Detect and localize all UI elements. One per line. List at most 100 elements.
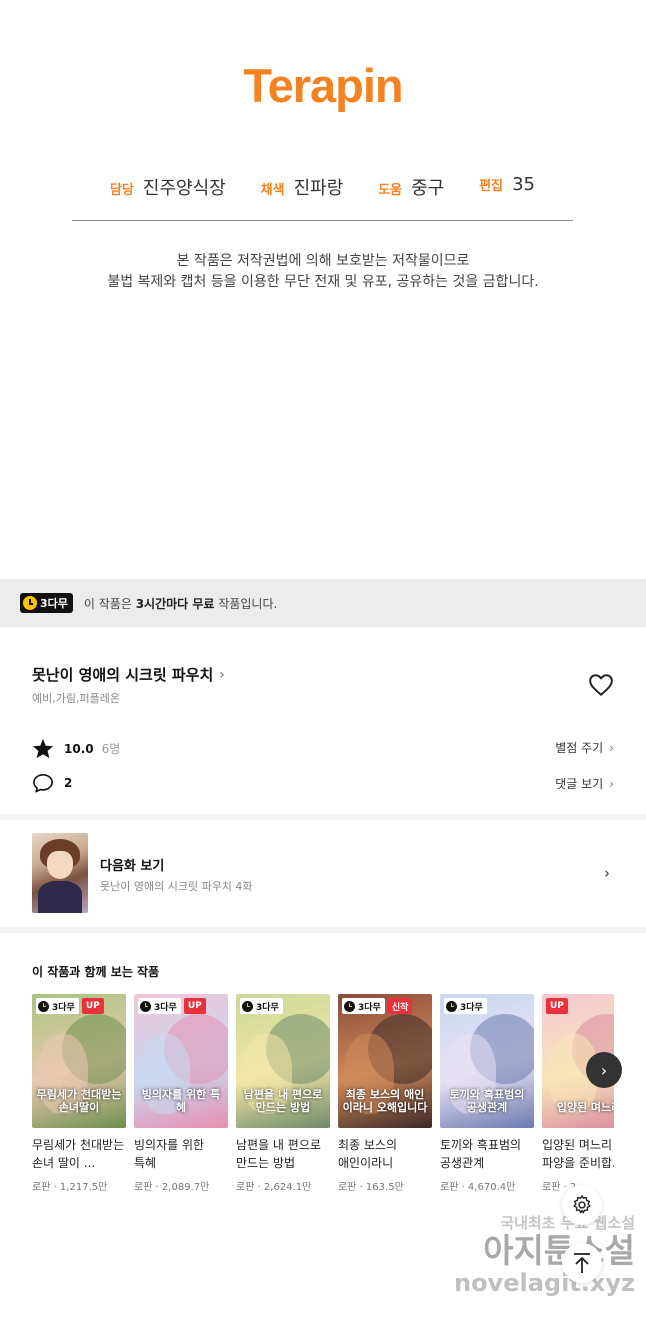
recommended-work-item[interactable]: 3다무 신작최종 보스의 애인이라니 오해입니다최종 보스의 애인이라니 오해입.… — [338, 994, 432, 1193]
recommended-work-meta: 로판 · 2,089.7만 — [134, 1182, 210, 1193]
clock-icon — [242, 1000, 253, 1012]
recommended-work-meta: 로판 · 2,624.1만 — [236, 1182, 312, 1193]
settings-button[interactable] — [562, 1185, 602, 1225]
chevron-right-icon: › — [609, 776, 614, 791]
recommended-work-title: 최종 보스의 애인이라니 오해입... — [338, 1138, 398, 1170]
credit-item: 편집 35 — [479, 174, 535, 200]
free-banner-text: 이 작품은 3시간마다 무료 작품입니다. — [84, 595, 277, 612]
recommended-work-item[interactable]: UP입양된 며느리입양된 며느리 파양을 준비합...로판 · 2 — [542, 994, 614, 1193]
clock-icon — [23, 596, 37, 610]
next-episode-subtitle: 못난이 영애의 시크릿 파우치 4화 — [100, 880, 253, 893]
cover-title-art: 입양된 며느리 — [556, 1101, 614, 1114]
credit-item: 채색 진파랑 — [261, 174, 344, 200]
copyright-notice: 본 작품은 저작권법에 의해 보호받는 저작물이므로 불법 복제와 캡처 등을 … — [0, 251, 646, 293]
wait-free-badge: 3다무 — [138, 998, 181, 1014]
free-text-suffix: 작품입니다. — [214, 596, 278, 611]
recommended-work-cover: 3다무 UP 무림세가 천대받는 손녀딸이 — [32, 994, 126, 1128]
recommended-work-title: 남편을 내 편으로 만드는 방법 — [236, 1138, 321, 1170]
work-genres: 예비,가림,퍼플레온 — [32, 692, 120, 705]
clock-icon — [38, 1000, 49, 1012]
cover-badges: 3다무 — [444, 998, 487, 1014]
cover-title-art: 토끼와 흑표범의 공생관계 — [449, 1088, 525, 1114]
next-episode-card[interactable]: 다음화 보기 못난이 영애의 시크릿 파우치 4화 › — [0, 820, 646, 927]
watermark-line: 아지툰소설 — [483, 1231, 635, 1270]
watermark: 국내최초 무료 웹소설 아지툰소설 novelagit.xyz — [445, 1212, 635, 1297]
recommended-work-item[interactable]: 3다무 토끼와 흑표범의 공생관계 토끼와 흑표범의 공생관계 로판 · 4,670.… — [440, 994, 534, 1193]
credit-name: 35 — [512, 174, 535, 195]
next-episode-label: 다음화 보기 — [100, 859, 165, 874]
status-tag: UP — [81, 998, 104, 1014]
wait-free-badge: 3다무 — [36, 998, 79, 1014]
rating-count: 6명 — [101, 742, 121, 756]
credit-role: 채색 — [260, 183, 285, 198]
status-tag: 신작 — [387, 998, 413, 1014]
credit-name: 진주양식장 — [142, 178, 226, 199]
star-icon — [32, 738, 54, 759]
copyright-line: 본 작품은 저작권법에 의해 보호받는 저작물이므로 — [176, 253, 470, 269]
free-text-prefix: 이 작품은 — [83, 596, 136, 611]
rate-button[interactable]: 별점 주기 › — [555, 739, 614, 756]
rating-row: 10.0 6명 — [32, 738, 120, 759]
credits-divider — [72, 220, 573, 221]
recommended-work-item[interactable]: 3다무 남편을 내 편으로 만드는 방법 남편을 내 편으로 만드는 방법 로판 · … — [236, 994, 330, 1193]
cover-badges: 3다무 UP — [138, 998, 206, 1014]
recommended-work-title: 입양된 며느리 파양을 준비합... — [542, 1138, 614, 1170]
credit-name: 진파랑 — [293, 178, 344, 199]
credit-item: 도움 중구 — [378, 174, 444, 200]
recommended-work-cover: 3다무 UP 빙의자를 위한 특혜 — [134, 994, 228, 1128]
rating-score: 10.0 — [64, 741, 94, 756]
scroll-to-top-button[interactable] — [562, 1243, 602, 1283]
terapin-logo: Terapin — [243, 59, 403, 112]
recommendations-section: 이 작품과 함께 보는 작품 3다무 UP 무림세가 천대받는 손녀딸이무림세가 천… — [0, 933, 646, 1213]
recommended-work-item[interactable]: 3다무 UP 빙의자를 위한 특혜 빙의자를 위한 특혜 로판 · 2,089.7만 — [134, 994, 228, 1193]
recommended-work-item[interactable]: 3다무 UP 무림세가 천대받는 손녀딸이무림세가 천대받는 손녀 딸이 ... 로판… — [32, 994, 126, 1193]
arrow-up-icon — [574, 1253, 590, 1273]
rate-button-label: 별점 주기 — [555, 741, 604, 755]
recommendations-carousel[interactable]: 3다무 UP 무림세가 천대받는 손녀딸이무림세가 천대받는 손녀 딸이 ... 로판… — [32, 994, 614, 1204]
clock-icon — [446, 1000, 457, 1012]
cover-badges: 3다무 신작 — [342, 998, 413, 1014]
copyright-line: 불법 복제와 캡처 등을 이용한 무단 전재 및 유포, 공유하는 것을 금합니… — [107, 274, 539, 290]
cover-title-art: 남편을 내 편으로 만드는 방법 — [243, 1088, 323, 1114]
credit-role: 담당 — [110, 183, 134, 198]
wait-free-badge: 3다무 — [342, 998, 385, 1014]
work-title-link[interactable]: 못난이 영애의 시크릿 파우치 › — [32, 664, 225, 685]
recommended-work-cover: 3다무남편을 내 편으로 만드는 방법 — [236, 994, 330, 1128]
badge-label: 3다무 — [358, 1002, 381, 1013]
recommended-work-title: 무림세가 천대받는 손녀 딸이 ... — [32, 1138, 125, 1170]
comment-icon — [33, 774, 53, 793]
wait-free-badge: 3다무 — [444, 998, 487, 1014]
recommended-work-title: 빙의자를 위한 특혜 — [134, 1138, 205, 1170]
gear-icon — [573, 1195, 591, 1214]
heart-icon[interactable] — [588, 673, 614, 697]
view-comments-button[interactable]: 댓글 보기 › — [555, 775, 614, 792]
cover-title-art: 빙의자를 위한 특혜 — [141, 1088, 221, 1114]
view-comments-label: 댓글 보기 — [555, 777, 604, 791]
recommended-work-cover: 3다무토끼와 흑표범의 공생관계 — [440, 994, 534, 1128]
credit-item: 담당 진주양식장 — [110, 174, 226, 200]
cover-badges: 3다무 — [240, 998, 283, 1014]
credit-role: 편집 — [479, 179, 504, 194]
wait-free-badge: 3다무 — [240, 998, 283, 1014]
status-tag: UP — [183, 998, 206, 1014]
free-text-bold: 3시간마다 무료 — [135, 596, 215, 611]
recommended-work-meta: 로판 · 1,217.5만 — [32, 1182, 108, 1193]
chevron-right-icon: › — [219, 666, 225, 683]
watermark-line: novelagit.xyz — [453, 1269, 635, 1297]
badge-label: 3다무 — [40, 597, 68, 610]
carousel-next-button[interactable]: › — [586, 1052, 622, 1088]
recommendations-title: 이 작품과 함께 보는 작품 — [32, 965, 160, 979]
badge-label: 3다무 — [256, 1002, 279, 1013]
comment-row: 2 — [32, 773, 72, 793]
cover-badges: 3다무 UP — [36, 998, 104, 1014]
clock-icon — [140, 1000, 151, 1012]
badge-label: 3다무 — [154, 1002, 177, 1013]
badge-label: 3다무 — [52, 1002, 75, 1013]
cover-title-art: 최종 보스의 애인이라니 오해입니다 — [342, 1088, 428, 1114]
recommended-work-cover: 3다무 신작최종 보스의 애인이라니 오해입니다 — [338, 994, 432, 1128]
credits: 담당 진주양식장 채색 진파랑 도움 중구 편집 35 — [72, 174, 573, 200]
cover-title-art: 무림세가 천대받는 손녀딸이 — [36, 1088, 122, 1114]
comment-count: 2 — [64, 776, 73, 790]
wait-free-badge: 3다무 — [20, 593, 73, 613]
badge-label: 3다무 — [460, 1002, 483, 1013]
